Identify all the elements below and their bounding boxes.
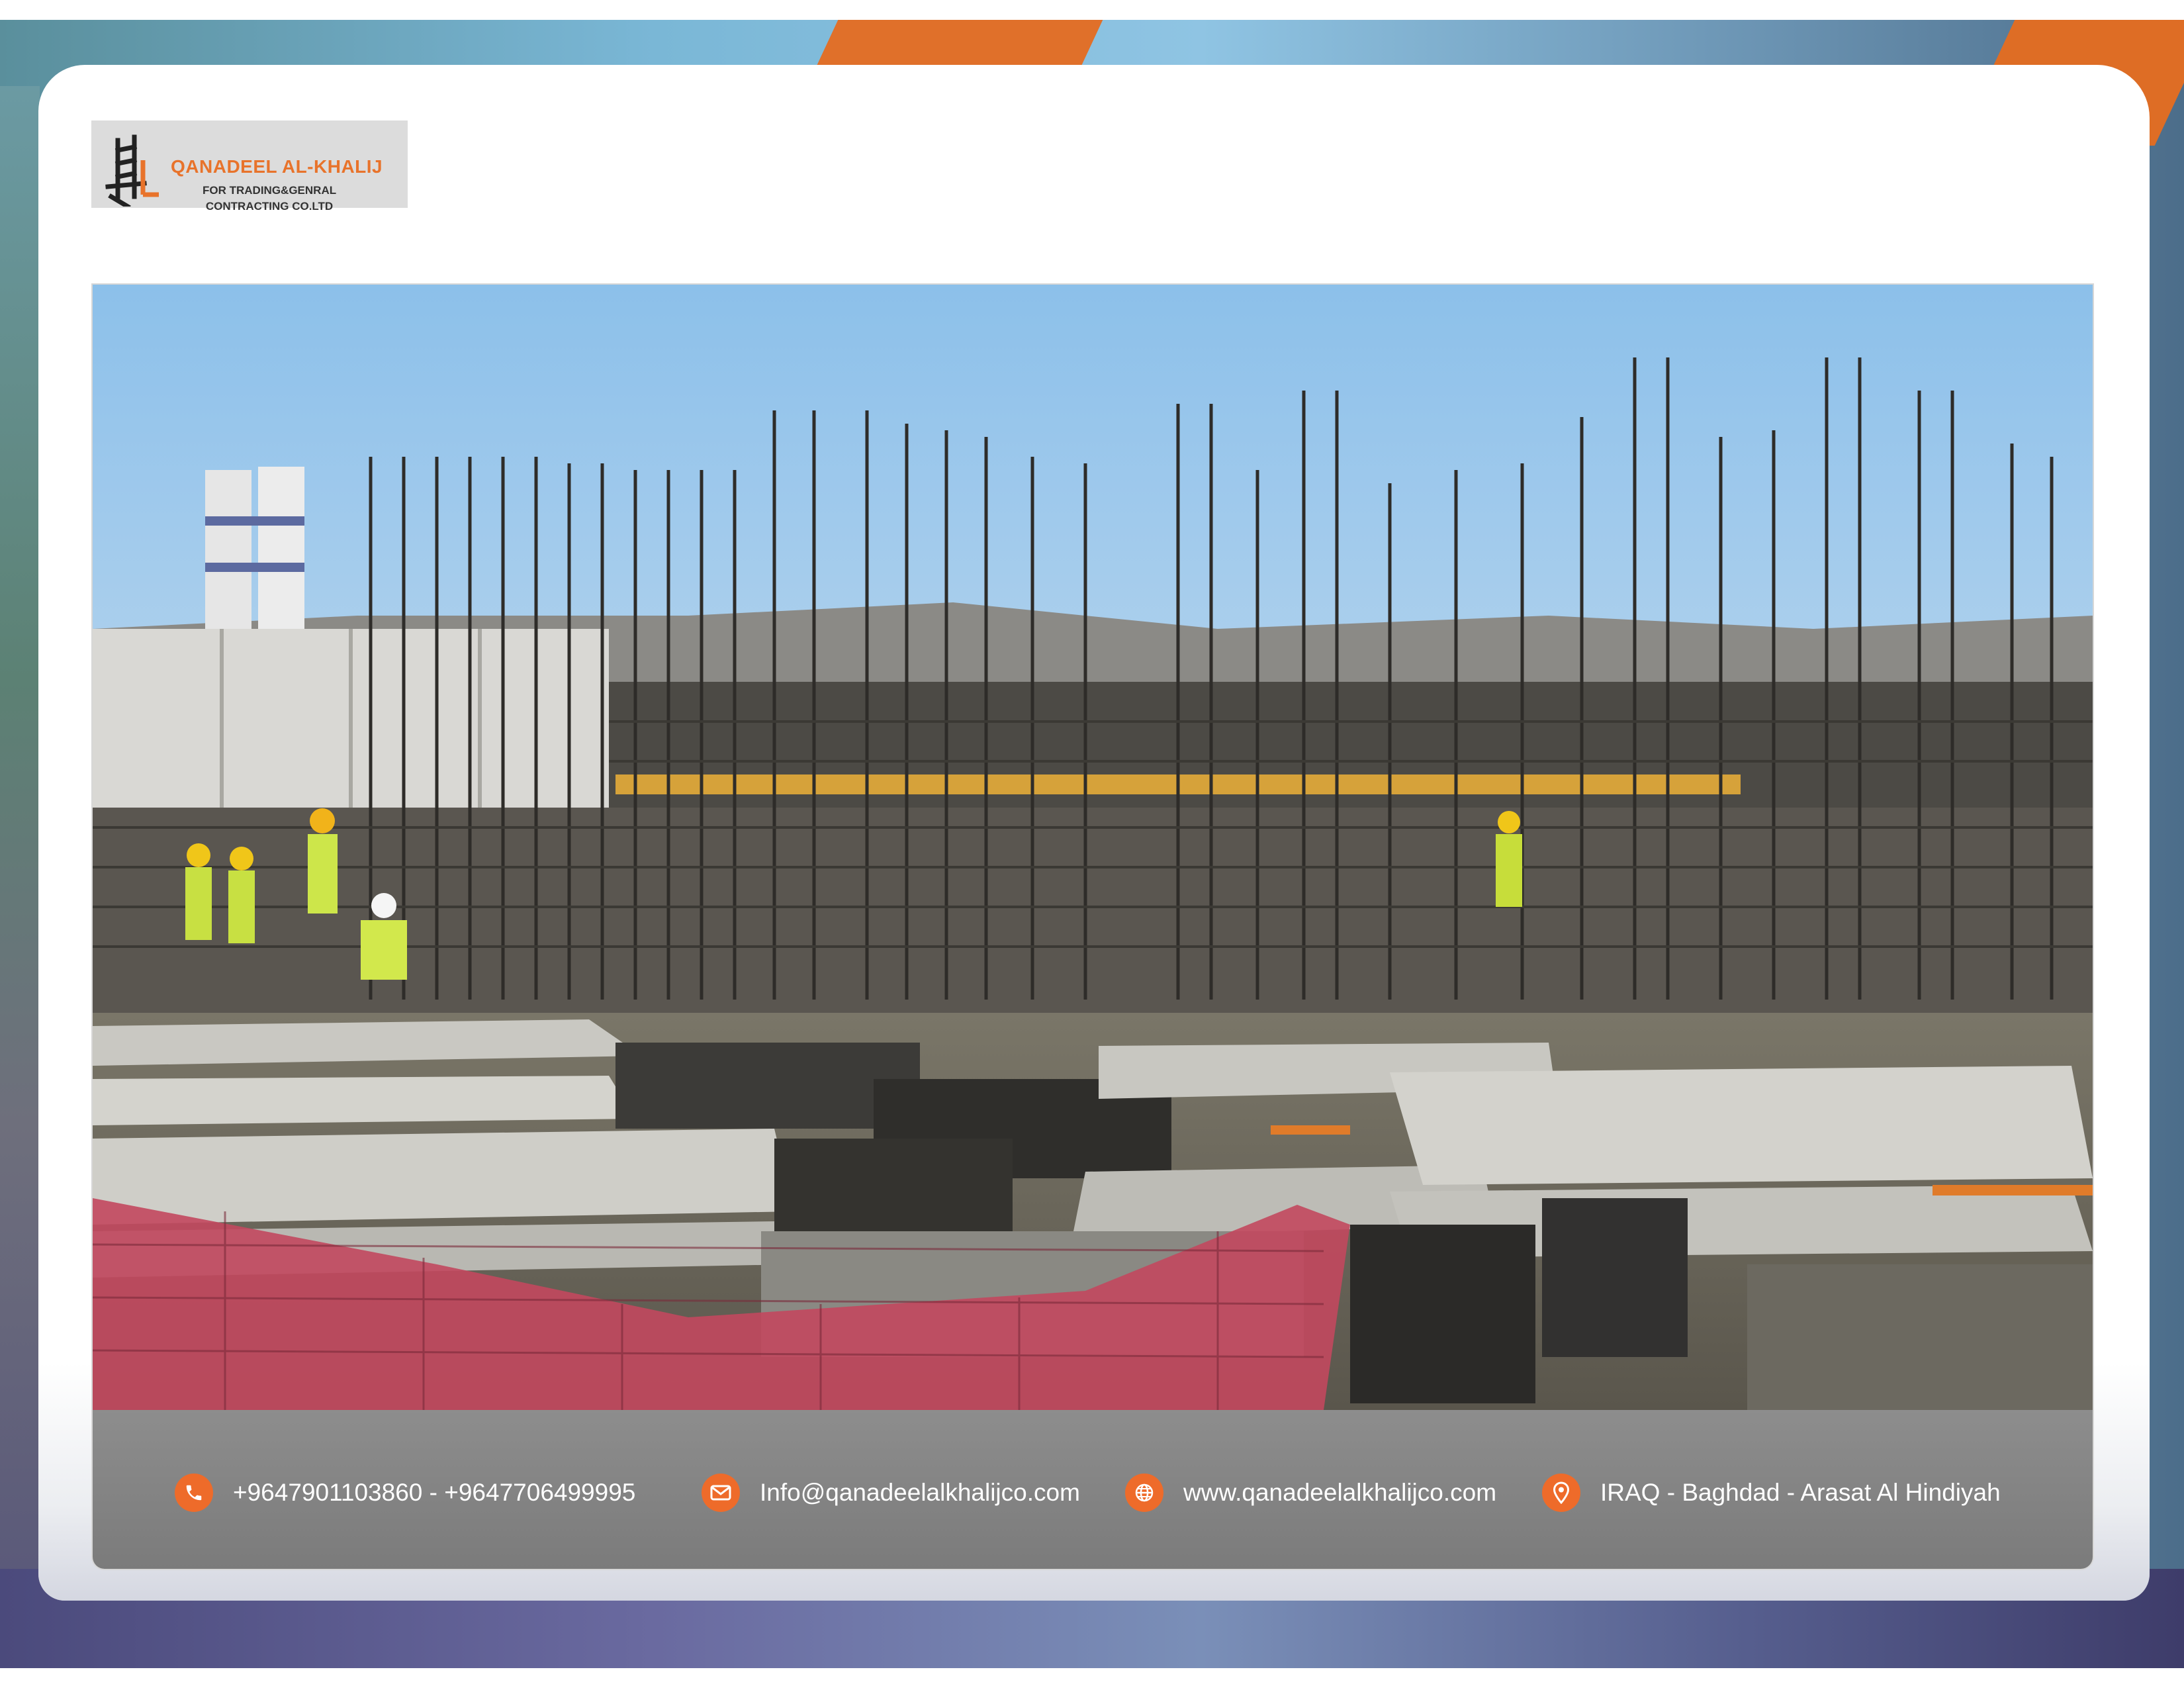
contact-email: Info@qanadeelalkhalijco.com [702,1470,1080,1516]
company-name: QANADEEL AL-KHALIJ [171,156,383,177]
decor-stripe [816,20,1103,66]
company-logo: QANADEEL AL-KHALIJ FOR TRADING&GENRAL CO… [91,120,408,212]
company-subtitle-line: FOR TRADING&GENRAL [203,184,337,197]
address-text: IRAQ - Baghdad - Arasat Al Hindiyah [1600,1479,2001,1506]
website-link[interactable]: www.qanadeelalkhalijco.com [1183,1479,1496,1507]
phone-icon [175,1474,213,1512]
contact-bar: +9647901103860 - +9647706499995 Info@qan… [91,1410,2094,1570]
contact-website: www.qanadeelalkhalijco.com [1125,1470,1496,1516]
company-subtitle-line: CONTRACTING CO.LTD [205,200,334,212]
logo-mark-icon [105,134,159,207]
photo-illustration [93,285,2093,1410]
email-address[interactable]: Info@qanadeelalkhalijco.com [760,1479,1080,1507]
contact-phone: +9647901103860 - +9647706499995 [175,1470,635,1516]
globe-icon [1125,1474,1163,1512]
email-icon [702,1474,740,1512]
company-subtitle: FOR TRADING&GENRAL CONTRACTING CO.LTD [203,183,336,214]
construction-site-photo [91,283,2094,1410]
location-pin-icon [1542,1474,1580,1512]
phone-numbers[interactable]: +9647901103860 - +9647706499995 [233,1479,635,1507]
decor-band [0,86,40,1569]
contact-address: IRAQ - Baghdad - Arasat Al Hindiyah [1542,1470,2001,1516]
